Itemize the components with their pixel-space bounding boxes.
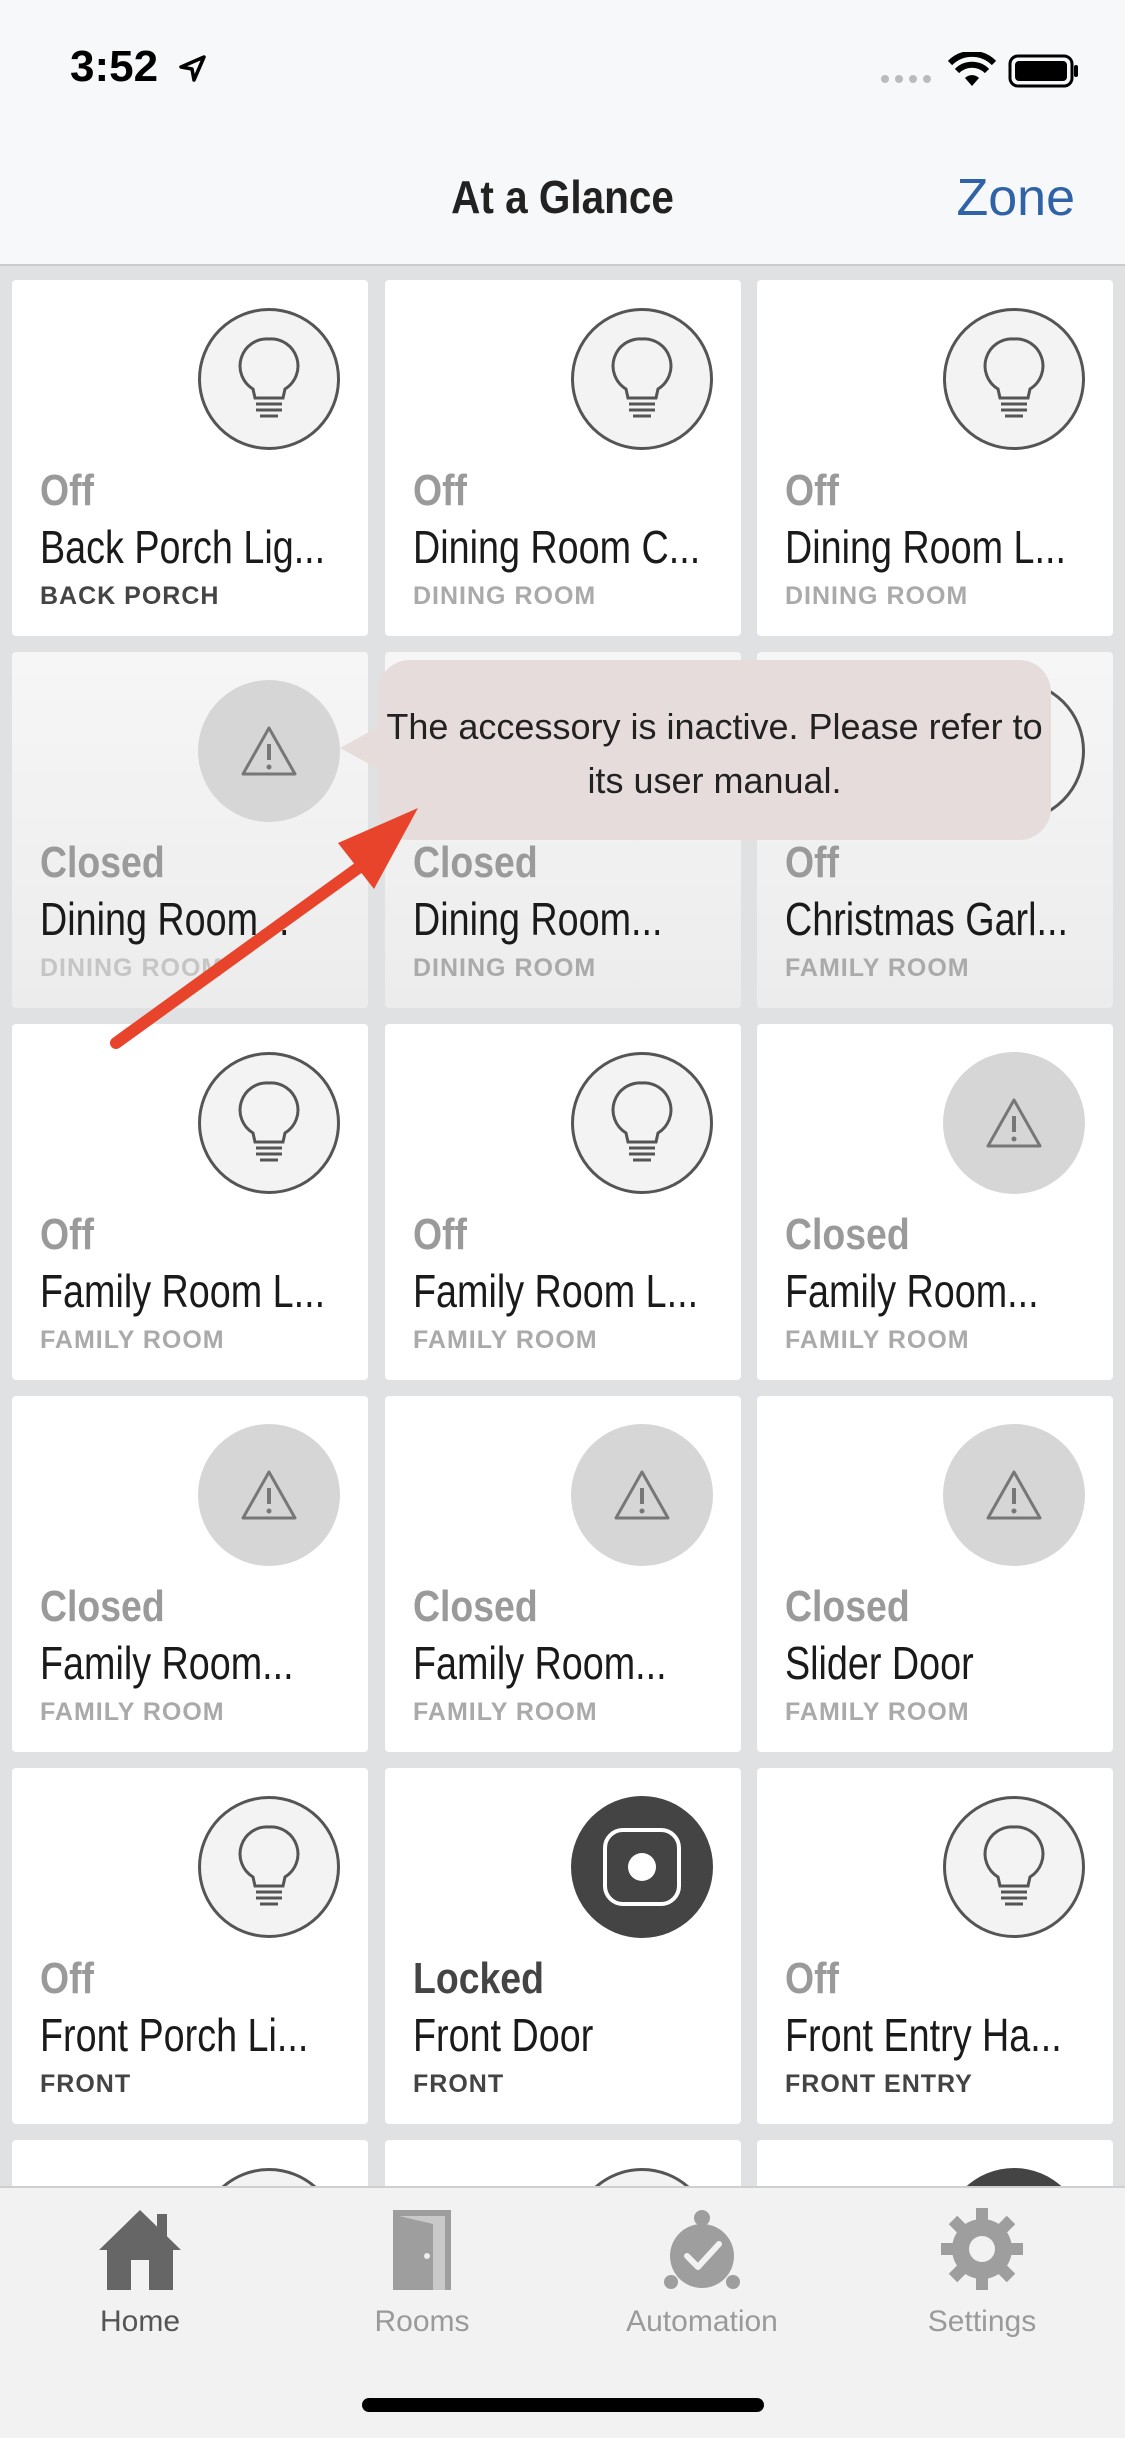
automation-icon	[664, 2210, 740, 2289]
tile-room: FRONT	[40, 2070, 132, 2098]
tile-status: Closed	[413, 1582, 538, 1631]
tab-settings[interactable]: Settings	[862, 2206, 1102, 2339]
tile-room: FAMILY ROOM	[40, 1326, 225, 1354]
tile-name: Front Door	[413, 2009, 594, 2061]
bulb-icon	[198, 1796, 340, 1938]
accessory-tile[interactable]: Closed Family Room... FAMILY ROOM	[12, 1396, 368, 1752]
tile-status: Off	[785, 1954, 840, 2003]
accessory-tile[interactable]: Locked Front Door FRONT	[385, 1768, 741, 2124]
tile-name: Front Porch Li...	[40, 2009, 309, 2061]
accessory-tile[interactable]: Off Front Porch Li... FRONT	[12, 1768, 368, 2124]
bulb-icon	[198, 2168, 340, 2186]
warning-icon	[571, 1424, 713, 1566]
bulb-icon	[571, 2168, 713, 2186]
tile-name: Family Room L...	[40, 1265, 326, 1317]
tab-label: Settings	[927, 2305, 1037, 2338]
accessory-tile[interactable]	[12, 2140, 368, 2186]
tab-label: Automation	[626, 2305, 778, 2338]
accessory-tile[interactable]	[385, 2140, 741, 2186]
tile-status: Off	[40, 1210, 95, 1259]
tab-label: Rooms	[374, 2305, 470, 2338]
tab-automation[interactable]: Automation	[582, 2206, 822, 2339]
gear-icon	[941, 2208, 1023, 2290]
accessory-tile[interactable]: Closed Family Room... FAMILY ROOM	[385, 1396, 741, 1752]
door-icon	[393, 2210, 451, 2290]
tile-room: FRONT	[413, 2070, 505, 2098]
tile-status: Off	[40, 1954, 95, 2003]
tile-name: Front Entry Ha...	[785, 2009, 1062, 2061]
tab-rooms[interactable]: Rooms	[302, 2206, 542, 2339]
tile-status: Locked	[413, 1954, 544, 2003]
tab-home[interactable]: Home	[20, 2206, 260, 2339]
tile-name: Family Room...	[413, 1637, 667, 1689]
annotation-arrow	[110, 808, 418, 1049]
tile-name: Family Room...	[40, 1637, 294, 1689]
tile-room: FAMILY ROOM	[40, 1698, 225, 1726]
lock-icon	[943, 2168, 1085, 2186]
tile-status: Closed	[785, 1210, 910, 1259]
warning-icon	[943, 1424, 1085, 1566]
tile-name: Family Room...	[785, 1265, 1039, 1317]
tab-label: Home	[99, 2305, 181, 2338]
home-icon	[99, 2210, 181, 2290]
accessory-tile[interactable]	[757, 2140, 1113, 2186]
tile-room: FAMILY ROOM	[785, 1326, 970, 1354]
home-indicator	[362, 2398, 764, 2412]
tile-status: Off	[413, 1210, 468, 1259]
tile-room: FRONT ENTRY	[785, 2070, 973, 2098]
bulb-icon	[943, 1796, 1085, 1938]
tile-status: Closed	[40, 1582, 165, 1631]
tile-room: FAMILY ROOM	[785, 1698, 970, 1726]
warning-icon	[198, 1424, 340, 1566]
tile-status: Closed	[785, 1582, 910, 1631]
tile-room: FAMILY ROOM	[413, 1698, 598, 1726]
tile-name: Family Room L...	[413, 1265, 699, 1317]
accessory-tile[interactable]: Closed Slider Door FAMILY ROOM	[757, 1396, 1113, 1752]
accessory-tile[interactable]: Off Front Entry Ha... FRONT ENTRY	[757, 1768, 1113, 2124]
lock-icon	[571, 1796, 713, 1938]
tile-room: FAMILY ROOM	[413, 1326, 598, 1354]
tile-name: Slider Door	[785, 1637, 974, 1689]
